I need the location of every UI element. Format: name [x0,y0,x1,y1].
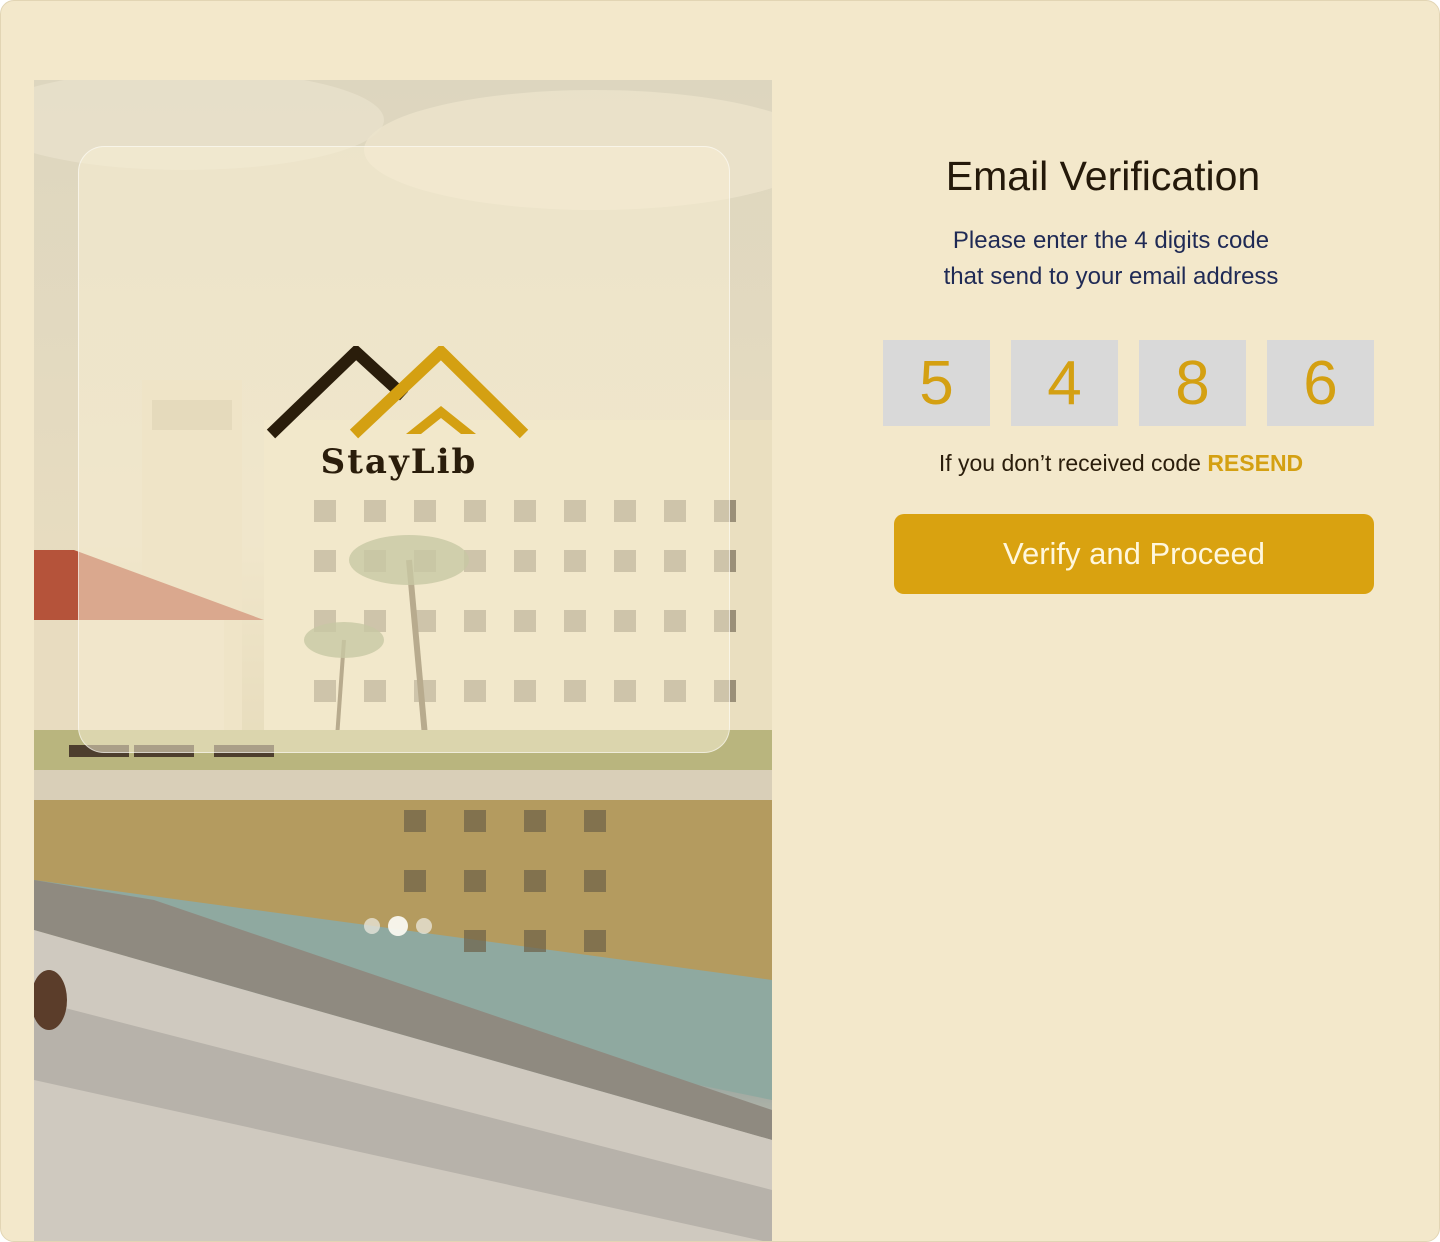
code-digit-4[interactable]: 6 [1267,340,1374,426]
code-digit-3[interactable]: 8 [1139,340,1246,426]
code-digit-2[interactable]: 4 [1011,340,1118,426]
verify-button[interactable]: Verify and Proceed [894,514,1374,594]
carousel-dot-active[interactable] [388,916,408,936]
code-input-group: 5 4 8 6 [883,340,1374,426]
carousel-dot[interactable] [416,918,432,934]
carousel-dot[interactable] [364,918,380,934]
code-digit-1[interactable]: 5 [883,340,990,426]
brand-name: StayLib [320,442,478,482]
page-title: Email Verification [945,153,1261,199]
instructions-line-2: that send to your email address [943,263,1279,290]
page-frame: StayLib Email Verification Please enter … [0,0,1440,1242]
instructions-line-1: Please enter the 4 digits code [952,227,1270,254]
hero-image: StayLib [34,80,772,1241]
instructions-text: Please enter the 4 digits code that send… [861,223,1361,295]
resend-link[interactable]: RESEND [1207,450,1303,476]
carousel-indicator [364,916,432,936]
resend-prompt: If you don’t received code [938,450,1201,476]
resend-row: If you don’t received code RESEND [881,450,1361,477]
